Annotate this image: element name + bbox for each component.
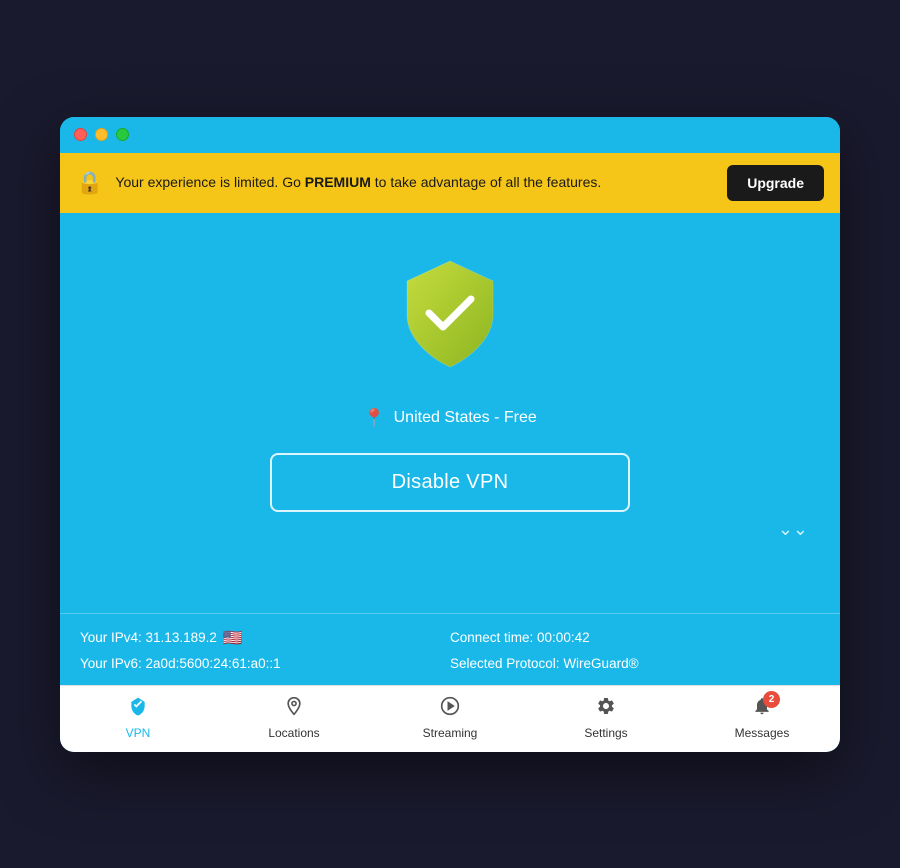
locations-nav-label: Locations (268, 726, 319, 740)
disable-vpn-button[interactable]: Disable VPN (270, 453, 630, 512)
banner-text: Your experience is limited. Go PREMIUM t… (115, 173, 715, 193)
lock-icon: 🔒 (76, 170, 103, 196)
protocol-text: Selected Protocol: WireGuard® (450, 656, 639, 671)
streaming-icon (440, 696, 460, 722)
protocol-info: Selected Protocol: WireGuard® (450, 656, 820, 671)
ipv6-text: Your IPv6: 2a0d:5600:24:61:a0::1 (80, 656, 281, 671)
vpn-nav-label: VPN (126, 726, 151, 740)
locations-icon (284, 696, 304, 722)
ipv6-info: Your IPv6: 2a0d:5600:24:61:a0::1 (80, 656, 450, 671)
connect-time-info: Connect time: 00:00:42 (450, 628, 820, 648)
nav-item-messages[interactable]: 2 Messages (684, 686, 840, 752)
app-window: 🔒 Your experience is limited. Go PREMIUM… (60, 117, 840, 752)
info-bar: Your IPv4: 31.13.189.2 🇺🇸 Connect time: … (60, 613, 840, 685)
premium-banner: 🔒 Your experience is limited. Go PREMIUM… (60, 153, 840, 213)
banner-text-end: to take advantage of all the features. (371, 174, 601, 190)
messages-icon-wrapper: 2 (752, 696, 772, 722)
settings-nav-label: Settings (584, 726, 627, 740)
vpn-icon (128, 696, 148, 722)
location-row: 📍 United States - Free (363, 408, 537, 429)
us-flag-icon: 🇺🇸 (223, 628, 243, 648)
messages-badge: 2 (763, 691, 780, 708)
banner-text-normal: Your experience is limited. Go (115, 174, 304, 190)
nav-item-locations[interactable]: Locations (216, 686, 372, 752)
nav-item-settings[interactable]: Settings (528, 686, 684, 752)
nav-item-vpn[interactable]: VPN (60, 686, 216, 752)
close-button[interactable] (74, 128, 87, 141)
shield-icon (395, 253, 505, 373)
title-bar (60, 117, 840, 153)
messages-nav-label: Messages (735, 726, 790, 740)
location-text: United States - Free (394, 409, 537, 427)
minimize-button[interactable] (95, 128, 108, 141)
upgrade-button[interactable]: Upgrade (727, 165, 824, 201)
main-content: 📍 United States - Free Disable VPN ⌄⌄ (60, 213, 840, 613)
shield-container (395, 253, 505, 378)
settings-icon (596, 696, 616, 722)
maximize-button[interactable] (116, 128, 129, 141)
ipv4-info: Your IPv4: 31.13.189.2 🇺🇸 (80, 628, 450, 648)
bottom-nav: VPN Locations Streaming (60, 685, 840, 752)
chevrons-down-icon: ⌄⌄ (778, 522, 808, 536)
scroll-hint: ⌄⌄ (80, 522, 820, 536)
location-pin-icon: 📍 (363, 408, 385, 429)
ipv4-text: Your IPv4: 31.13.189.2 (80, 630, 217, 645)
connect-time-text: Connect time: 00:00:42 (450, 630, 590, 645)
streaming-nav-label: Streaming (423, 726, 478, 740)
nav-item-streaming[interactable]: Streaming (372, 686, 528, 752)
banner-text-bold: PREMIUM (305, 174, 371, 190)
